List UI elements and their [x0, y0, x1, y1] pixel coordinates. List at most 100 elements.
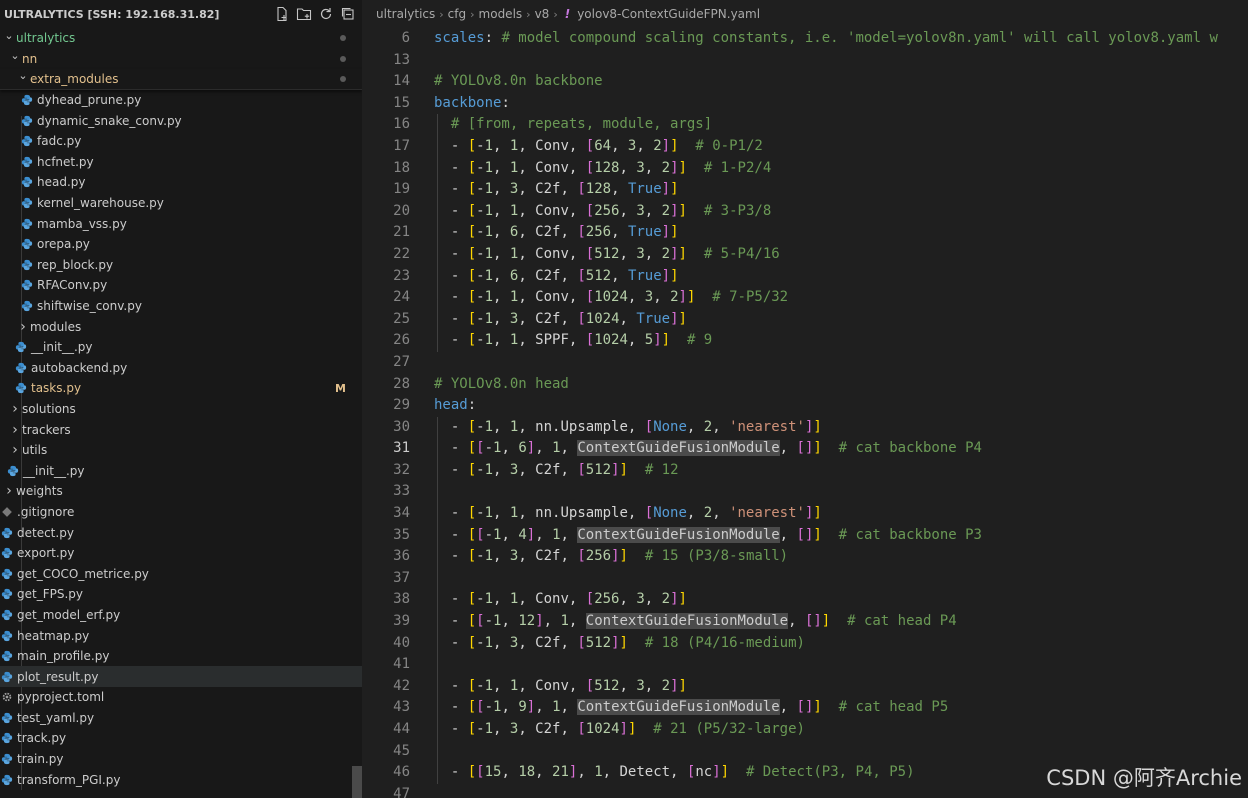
tree-file-dyhead-prune-py[interactable]: dyhead_prune.py	[0, 90, 362, 111]
tree-file-head-py[interactable]: head.py	[0, 172, 362, 193]
tree-folder-weights[interactable]: › weights	[0, 481, 362, 502]
code-area[interactable]: 6 scales: # model compound scaling consta…	[362, 28, 1248, 798]
code-line[interactable]: 44 - [-1, 3, C2f, [1024]] # 21 (P5/32-la…	[362, 719, 1248, 741]
code-line[interactable]: 32 - [-1, 3, C2f, [512]] # 12	[362, 460, 1248, 482]
tree-file-export-py[interactable]: export.py	[0, 543, 362, 564]
code-line[interactable]: 30 - [-1, 1, nn.Upsample, [None, 2, 'nea…	[362, 417, 1248, 439]
tree-file-plot-result-py[interactable]: plot_result.py	[0, 666, 362, 687]
tree-file-transform-pgi-py[interactable]: transform_PGI.py	[0, 769, 362, 790]
code-token: [	[467, 289, 477, 306]
code-line[interactable]: 34 - [-1, 1, nn.Upsample, [None, 2, 'nea…	[362, 503, 1248, 525]
code-line[interactable]: 20 - [-1, 1, Conv, [256, 3, 2]] # 3-P3/8	[362, 201, 1248, 223]
breadcrumb-item[interactable]: ultralytics	[376, 7, 435, 21]
collapse-all-icon[interactable]	[340, 6, 356, 22]
code-line[interactable]: 27	[362, 352, 1248, 374]
tree-file-gitignore[interactable]: .gitignore	[0, 502, 362, 523]
tree-file-detect-py[interactable]: detect.py	[0, 522, 362, 543]
code-line[interactable]: 6 scales: # model compound scaling consta…	[362, 28, 1248, 50]
chevron-right-icon[interactable]: ›	[8, 401, 22, 417]
tree-file-dynamic-snake-conv-py[interactable]: dynamic_snake_conv.py	[0, 110, 362, 131]
code-line[interactable]: 17 - [-1, 1, Conv, [64, 3, 2]] # 0-P1/2	[362, 136, 1248, 158]
tree-file-rep-block-py[interactable]: rep_block.py	[0, 255, 362, 276]
code-line[interactable]: 22 - [-1, 1, Conv, [512, 3, 2]] # 5-P4/1…	[362, 244, 1248, 266]
chevron-right-icon[interactable]: ›	[8, 442, 22, 458]
tree-file-shiftwise-conv-py[interactable]: shiftwise_conv.py	[0, 296, 362, 317]
chevron-down-icon[interactable]: ⌄	[16, 69, 30, 82]
code-line[interactable]: 31 - [[-1, 6], 1, ContextGuideFusionModu…	[362, 438, 1248, 460]
code-line[interactable]: 26 - [-1, 1, SPPF, [1024, 5]] # 9	[362, 330, 1248, 352]
tree-folder-trackers[interactable]: › trackers	[0, 419, 362, 440]
code-token: -	[434, 548, 468, 565]
breadcrumb-item[interactable]: models	[479, 7, 523, 21]
tree-file-orepa-py[interactable]: orepa.py	[0, 234, 362, 255]
tree-file-get-model-erf-py[interactable]: get_model_erf.py	[0, 605, 362, 626]
code-line[interactable]: 18 - [-1, 1, Conv, [128, 3, 2]] # 1-P2/4	[362, 158, 1248, 180]
tree-file-pyproject-toml[interactable]: pyproject.toml	[0, 687, 362, 708]
tree-file-test-yaml-py[interactable]: test_yaml.py	[0, 708, 362, 729]
code-line[interactable]: 15 backbone:	[362, 93, 1248, 115]
code-line[interactable]: 38 - [-1, 1, Conv, [256, 3, 2]]	[362, 589, 1248, 611]
tree-file-mamba-vss-py[interactable]: mamba_vss.py	[0, 213, 362, 234]
code-token: [	[467, 440, 477, 457]
new-folder-icon[interactable]	[296, 6, 312, 22]
code-line[interactable]: 45	[362, 741, 1248, 763]
code-line[interactable]: 16 # [from, repeats, module, args]	[362, 114, 1248, 136]
code-line[interactable]: 25 - [-1, 3, C2f, [1024, True]]	[362, 309, 1248, 331]
tree-file-init-py[interactable]: __init__.py	[0, 337, 362, 358]
tree-file-rfaconv-py[interactable]: RFAConv.py	[0, 275, 362, 296]
tree-file-init-py[interactable]: __init__.py	[0, 460, 362, 481]
breadcrumb-item[interactable]: v8	[535, 7, 550, 21]
code-line[interactable]: 43 - [[-1, 9], 1, ContextGuideFusionModu…	[362, 697, 1248, 719]
tree-folder-extra-modules[interactable]: ⌄ extra_modules	[0, 69, 362, 90]
code-line[interactable]: 14 # YOLOv8.0n backbone	[362, 71, 1248, 93]
tree-folder-ultralytics[interactable]: ⌄ ultralytics	[0, 28, 362, 49]
code-token: , Conv,	[518, 677, 586, 694]
code-line[interactable]: 35 - [[-1, 4], 1, ContextGuideFusionModu…	[362, 525, 1248, 547]
code-token: ]	[619, 721, 628, 737]
sidebar-scrollbar[interactable]	[352, 766, 362, 798]
tree-file-track-py[interactable]: track.py	[0, 728, 362, 749]
chevron-down-icon[interactable]: ⌄	[8, 49, 22, 62]
code-line[interactable]: 24 - [-1, 1, Conv, [1024, 3, 2]] # 7-P5/…	[362, 287, 1248, 309]
breadcrumb-item[interactable]: cfg	[448, 7, 466, 21]
tree-folder-utils[interactable]: › utils	[0, 440, 362, 461]
tree-file-autobackend-py[interactable]: autobackend.py	[0, 358, 362, 379]
code-token: [	[577, 181, 586, 198]
tree-file-main-profile-py[interactable]: main_profile.py	[0, 646, 362, 667]
code-line[interactable]: 21 - [-1, 6, C2f, [256, True]]	[362, 222, 1248, 244]
code-line[interactable]: 19 - [-1, 3, C2f, [128, True]]	[362, 179, 1248, 201]
code-line[interactable]: 41	[362, 654, 1248, 676]
code-line[interactable]: 36 - [-1, 3, C2f, [256]] # 15 (P3/8-smal…	[362, 546, 1248, 568]
code-token: 1024	[594, 332, 628, 349]
refresh-icon[interactable]	[318, 6, 334, 22]
chevron-right-icon[interactable]: ›	[2, 483, 16, 499]
code-line[interactable]: 42 - [-1, 1, Conv, [512, 3, 2]]	[362, 676, 1248, 698]
chevron-right-icon[interactable]: ›	[16, 319, 30, 335]
explorer-sidebar: ULTRALYTICS [SSH: 192.168.31.82] ⌄ ultral…	[0, 0, 362, 798]
tree-file-train-py[interactable]: train.py	[0, 749, 362, 770]
code-line[interactable]: 33	[362, 481, 1248, 503]
new-file-icon[interactable]	[274, 6, 290, 22]
tree-file-fadc-py[interactable]: fadc.py	[0, 131, 362, 152]
code-line[interactable]: 13	[362, 50, 1248, 72]
breadcrumb-separator-icon: ›	[470, 7, 475, 21]
tree-file-tasks-py[interactable]: tasks.py M	[0, 378, 362, 399]
code-line[interactable]: 29 head:	[362, 395, 1248, 417]
chevron-right-icon[interactable]: ›	[8, 422, 22, 438]
tree-file-kernel-warehouse-py[interactable]: kernel_warehouse.py	[0, 193, 362, 214]
tree-file-heatmap-py[interactable]: heatmap.py	[0, 625, 362, 646]
breadcrumb-file[interactable]: yolov8-ContextGuideFPN.yaml	[577, 7, 760, 21]
code-line[interactable]: 23 - [-1, 6, C2f, [512, True]]	[362, 266, 1248, 288]
code-line[interactable]: 37	[362, 568, 1248, 590]
tree-file-get-coco-metrice-py[interactable]: get_COCO_metrice.py	[0, 563, 362, 584]
tree-folder-solutions[interactable]: › solutions	[0, 399, 362, 420]
tree-folder-nn[interactable]: ⌄ nn	[0, 49, 362, 70]
code-line[interactable]: 28 # YOLOv8.0n head	[362, 374, 1248, 396]
tree-file-hcfnet-py[interactable]: hcfnet.py	[0, 152, 362, 173]
tree-file-get-fps-py[interactable]: get_FPS.py	[0, 584, 362, 605]
tree-folder-modules[interactable]: › modules	[0, 316, 362, 337]
code-line[interactable]: 40 - [-1, 3, C2f, [512]] # 18 (P4/16-med…	[362, 633, 1248, 655]
chevron-down-icon[interactable]: ⌄	[2, 29, 16, 42]
code-line[interactable]: 39 - [[-1, 12], 1, ContextGuideFusionMod…	[362, 611, 1248, 633]
